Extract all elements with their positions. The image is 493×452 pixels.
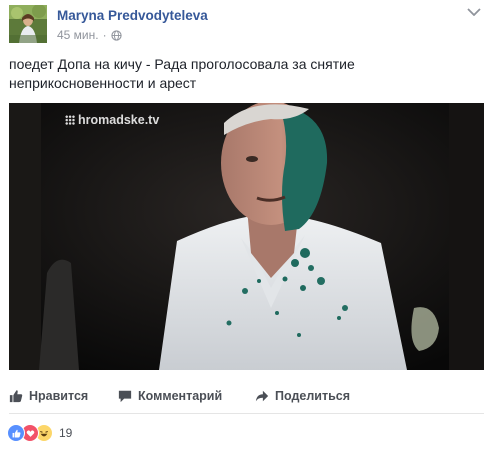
share-label: Поделиться	[275, 389, 351, 403]
post-text-line-1: поедет Допа на кичу - Рада проголосовала…	[9, 56, 355, 72]
comment-button[interactable]: Комментарий	[118, 389, 222, 403]
facebook-post: Maryna Predvodyteleva 45 мин. · поедет Д…	[0, 0, 493, 452]
post-timestamp[interactable]: 45 мин.	[57, 28, 99, 42]
share-arrow-icon	[255, 390, 269, 402]
video-watermark: hromadske.tv	[65, 113, 159, 127]
globe-icon[interactable]	[110, 29, 122, 41]
author-name[interactable]: Maryna Predvodyteleva	[57, 8, 208, 23]
share-button[interactable]: Поделиться	[255, 389, 350, 403]
reaction-count: 19	[59, 426, 73, 440]
chevron-down-icon	[467, 8, 481, 16]
photo-image	[9, 103, 484, 370]
hromadske-logo-icon	[65, 115, 75, 125]
action-bar: Нравится Комментарий Поделиться	[0, 380, 493, 414]
reactions-summary[interactable]: 19	[7, 424, 72, 442]
watermark-text: hromadske.tv	[78, 113, 160, 127]
post-photo[interactable]: hromadske.tv	[9, 103, 484, 370]
action-divider	[9, 413, 484, 414]
post-meta: 45 мин. ·	[57, 28, 122, 42]
comment-icon	[118, 390, 132, 403]
avatar-image	[9, 5, 47, 43]
comment-label: Комментарий	[138, 389, 223, 403]
meta-separator: ·	[102, 28, 107, 42]
post-text: поедет Допа на кичу - Рада проголосовала…	[9, 55, 479, 93]
author-avatar[interactable]	[9, 5, 47, 43]
post-text-line-2: неприкосновенности и арест	[9, 75, 197, 91]
like-button[interactable]: Нравится	[9, 389, 88, 403]
thumbs-up-icon	[9, 390, 23, 403]
like-label: Нравится	[29, 389, 89, 403]
like-reaction-icon	[7, 424, 25, 442]
more-options-button[interactable]	[465, 6, 483, 18]
